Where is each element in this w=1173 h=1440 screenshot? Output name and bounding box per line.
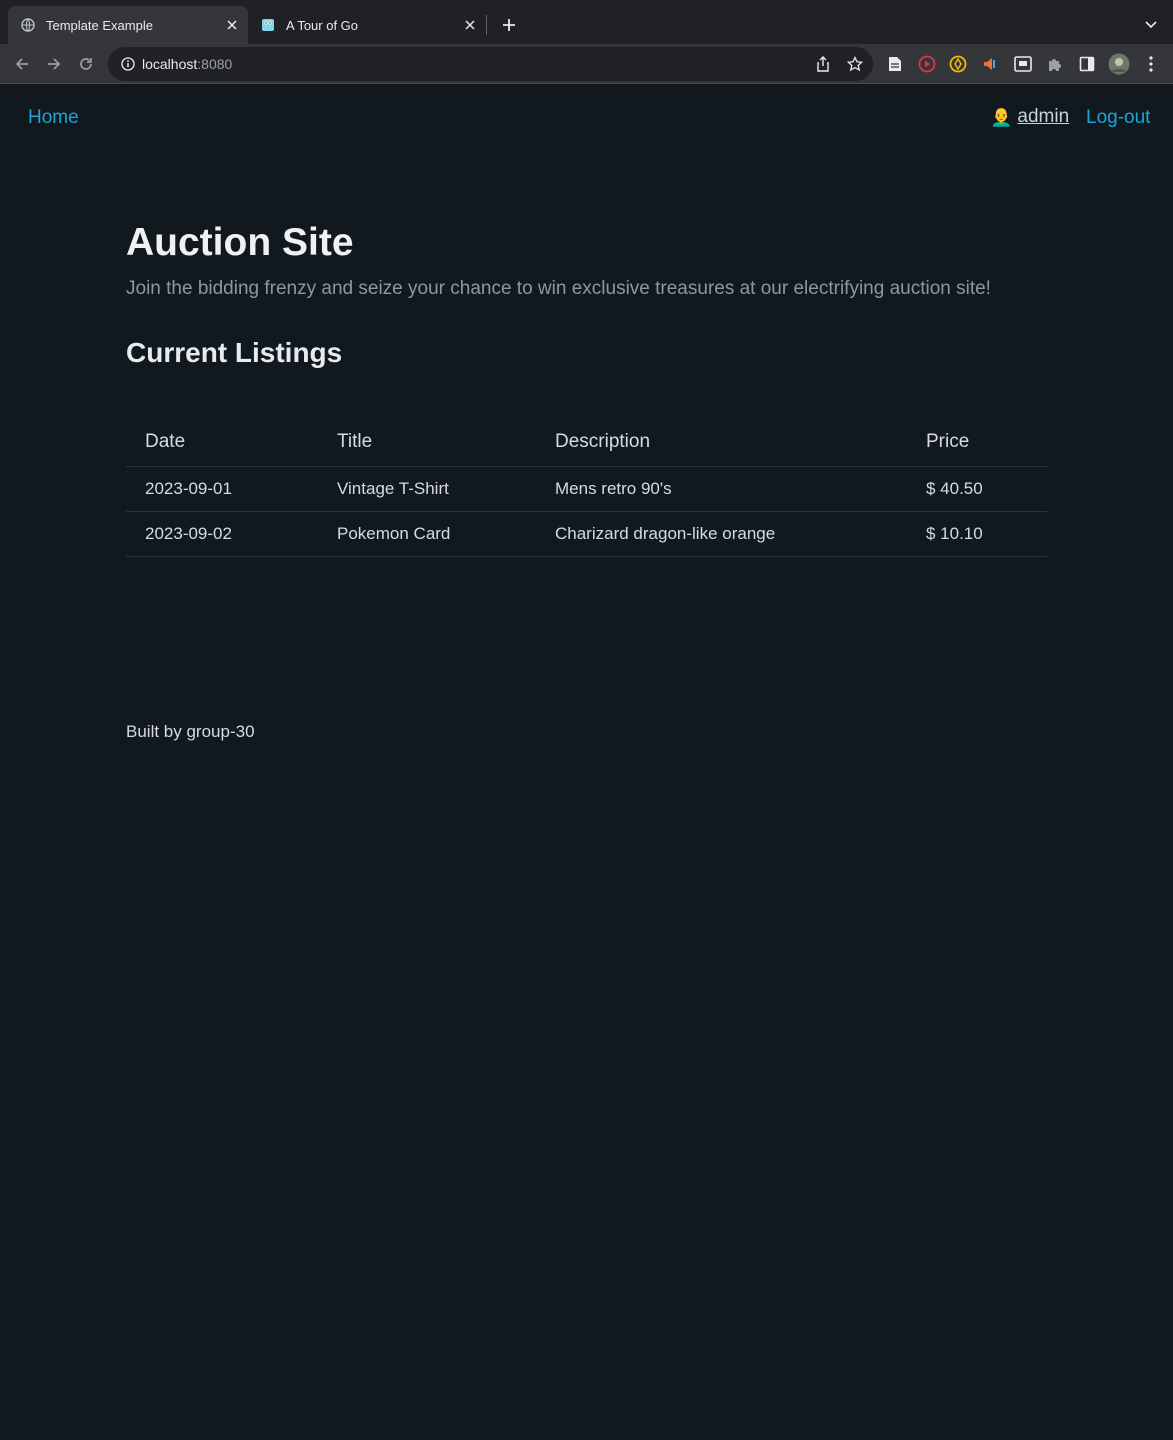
username-link[interactable]: admin bbox=[1017, 106, 1069, 128]
tab-tour-of-go[interactable]: A Tour of Go bbox=[248, 6, 486, 44]
new-tab-button[interactable] bbox=[496, 12, 522, 38]
tab-title: Template Example bbox=[46, 17, 153, 33]
reload-button[interactable] bbox=[72, 50, 100, 78]
gopher-icon bbox=[260, 17, 276, 33]
tab-divider bbox=[486, 15, 487, 35]
profile-avatar[interactable] bbox=[1108, 53, 1130, 75]
play-extension-icon[interactable] bbox=[917, 54, 937, 74]
info-icon[interactable] bbox=[118, 54, 138, 74]
section-title: Current Listings bbox=[126, 337, 343, 368]
bookmark-star-icon[interactable] bbox=[845, 54, 865, 74]
share-icon[interactable] bbox=[813, 54, 833, 74]
url-host: localhost bbox=[142, 56, 198, 72]
table-header-row: Date Title Description Price bbox=[126, 419, 1047, 467]
puzzle-extensions-icon[interactable] bbox=[1045, 54, 1065, 74]
page-title: Auction Site bbox=[126, 221, 354, 264]
page-subtitle: Join the bidding frenzy and seize your c… bbox=[126, 278, 991, 299]
close-icon[interactable] bbox=[222, 15, 242, 35]
cell-description: Mens retro 90's bbox=[536, 466, 907, 512]
close-icon[interactable] bbox=[460, 15, 480, 35]
top-nav: Home 👨‍🦲 admin Log-out bbox=[0, 85, 1173, 151]
browser-tabstrip: Template Example A Tour of Go bbox=[0, 0, 1173, 44]
column-header-title: Title bbox=[318, 419, 536, 467]
cell-date: 2023-09-01 bbox=[126, 466, 318, 512]
column-header-description: Description bbox=[536, 419, 907, 467]
plus-icon bbox=[503, 19, 515, 31]
table-row: 2023-09-02 Pokemon Card Charizard dragon… bbox=[126, 511, 1047, 557]
page-footer: Built by group-30 bbox=[126, 722, 255, 741]
address-bar[interactable]: localhost:8080 bbox=[108, 47, 873, 81]
url-port: :8080 bbox=[197, 56, 233, 72]
browser-toolbar: localhost:8080 bbox=[0, 44, 1173, 84]
picture-in-picture-icon[interactable] bbox=[1013, 54, 1033, 74]
table-row: 2023-09-01 Vintage T-Shirt Mens retro 90… bbox=[126, 466, 1047, 512]
tab-search-button[interactable] bbox=[1140, 12, 1162, 38]
user-emoji-icon: 👨‍🦲 bbox=[990, 106, 1013, 127]
arrow-right-icon bbox=[48, 58, 61, 70]
cell-date: 2023-09-02 bbox=[126, 511, 318, 557]
column-header-date: Date bbox=[126, 419, 318, 467]
tab-template-example[interactable]: Template Example bbox=[8, 6, 248, 44]
url-text: localhost:8080 bbox=[142, 56, 232, 72]
cell-description: Charizard dragon-like orange bbox=[536, 511, 907, 557]
cell-price: $ 40.50 bbox=[907, 466, 1047, 512]
reload-icon bbox=[80, 58, 92, 70]
forward-button[interactable] bbox=[40, 50, 68, 78]
audio-extension-icon[interactable] bbox=[980, 54, 1000, 74]
listings-table: Date Title Description Price 2023-09-01 … bbox=[126, 419, 1047, 557]
chevron-down-icon bbox=[1145, 21, 1157, 29]
tab-title: A Tour of Go bbox=[286, 17, 359, 33]
user-info: 👨‍🦲 admin bbox=[990, 106, 1069, 128]
home-link[interactable]: Home bbox=[28, 107, 79, 129]
cell-title: Vintage T-Shirt bbox=[318, 466, 536, 512]
menu-kebab-icon[interactable] bbox=[1141, 54, 1161, 74]
column-header-price: Price bbox=[907, 419, 1047, 467]
side-panel-icon[interactable] bbox=[1077, 54, 1097, 74]
logout-link[interactable]: Log-out bbox=[1086, 107, 1150, 129]
cell-price: $ 10.10 bbox=[907, 511, 1047, 557]
cell-title: Pokemon Card bbox=[318, 511, 536, 557]
page-content: Home 👨‍🦲 admin Log-out Auction Site Join… bbox=[0, 85, 1173, 1440]
coin-extension-icon[interactable] bbox=[948, 54, 968, 74]
document-extension-icon[interactable] bbox=[885, 54, 905, 74]
globe-icon bbox=[20, 17, 36, 33]
back-button[interactable] bbox=[8, 50, 36, 78]
arrow-left-icon bbox=[15, 58, 28, 70]
